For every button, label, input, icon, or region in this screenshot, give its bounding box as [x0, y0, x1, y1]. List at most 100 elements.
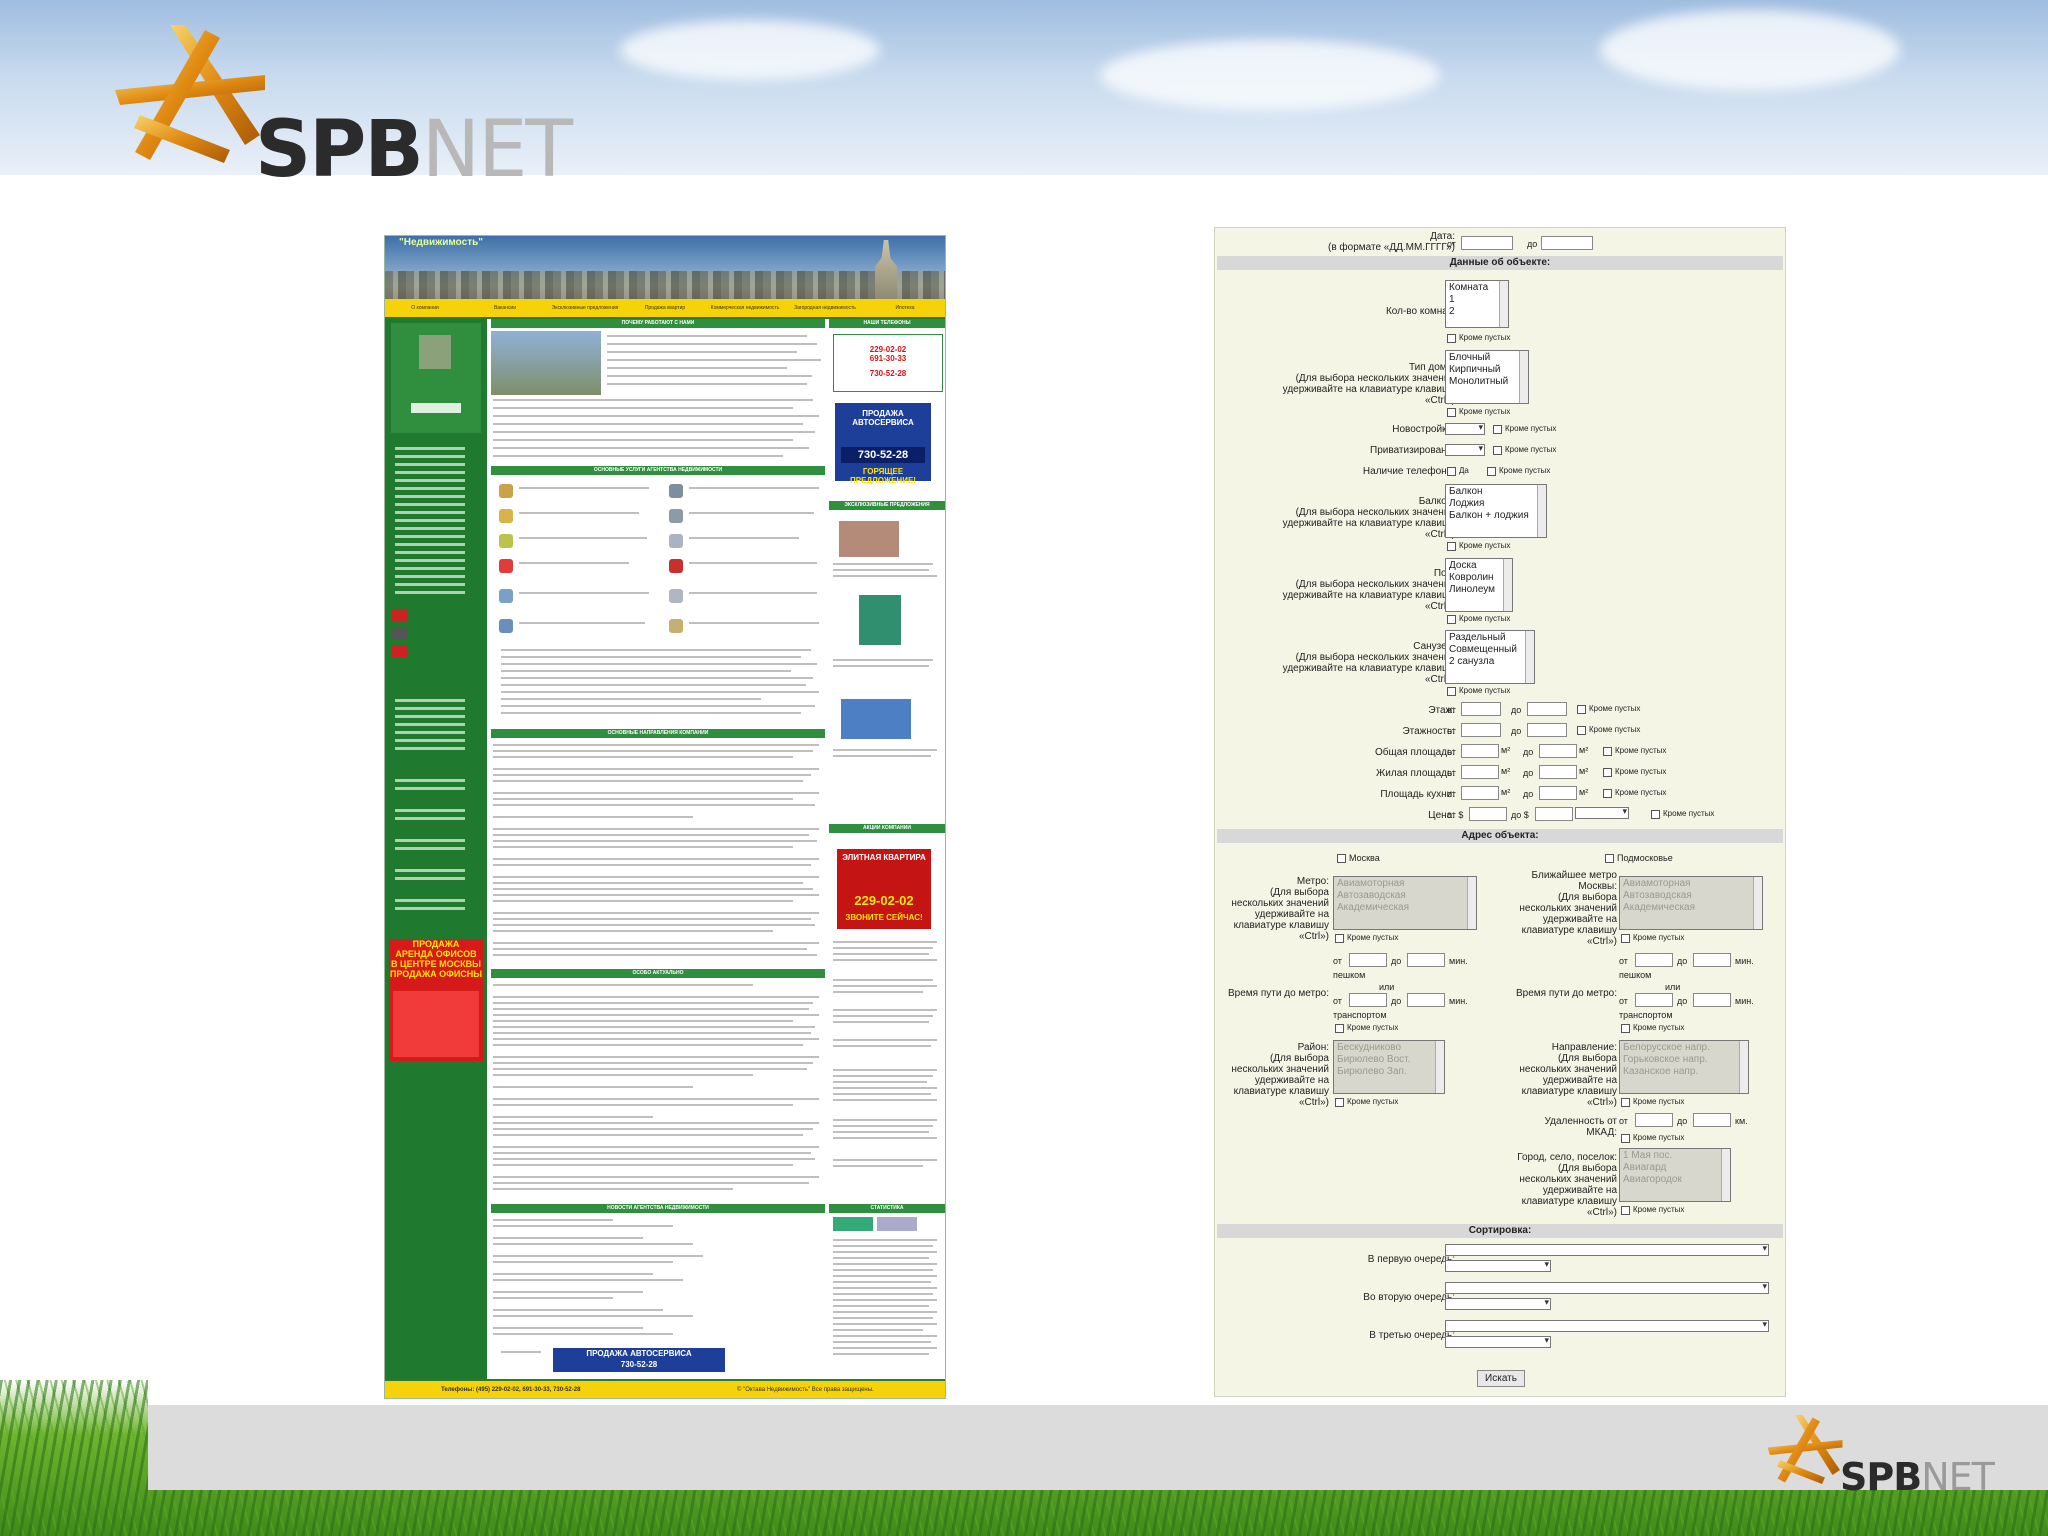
balcony-select[interactable]: Балкон Лоджия Балкон + лоджия [1445, 484, 1547, 538]
privatized-label: Приватизирована: [1370, 445, 1455, 456]
site-menu-item[interactable]: О компании [385, 299, 465, 317]
floors-total-from-input[interactable] [1461, 723, 1501, 737]
date-label: Дата: [1430, 231, 1455, 242]
site-menu-item[interactable]: Коммерческая недвижимость [705, 299, 785, 317]
direction-nonempty-checkbox[interactable] [1621, 1098, 1630, 1107]
section-address-header: Адрес объекта: [1217, 829, 1783, 843]
price-currency-select[interactable] [1575, 806, 1629, 819]
rooms-nonempty-checkbox[interactable] [1447, 334, 1456, 343]
travel-transport-from-input[interactable] [1349, 993, 1387, 1007]
metro-label: Метро: [1296, 876, 1329, 887]
rooms-select[interactable]: Комната 1 2 [1445, 280, 1509, 328]
brand-logo-text: SPBNET [255, 105, 573, 195]
travel-transport-to-input[interactable] [1407, 993, 1445, 1007]
metro-select[interactable]: Авиамоторная Автозаводская Академическая [1333, 876, 1477, 930]
floor-from-input[interactable] [1461, 702, 1501, 716]
district-label: Район: [1297, 1042, 1329, 1053]
travel-time-label: Время пути до метро: [1228, 988, 1329, 999]
elite-flat-ad-banner[interactable]: ЭЛИТНАЯ КВАРТИРА 229-02-02 ЗВОНИТЕ СЕЙЧА… [837, 849, 931, 929]
district-nonempty-checkbox[interactable] [1335, 1098, 1344, 1107]
area-living-nonempty-checkbox[interactable] [1603, 768, 1612, 777]
date-to-input[interactable] [1541, 236, 1593, 250]
area-total-nonempty-checkbox[interactable] [1603, 747, 1612, 756]
site-menu-item[interactable]: Ипотека [865, 299, 945, 317]
search-submit-button[interactable]: Искать [1477, 1370, 1525, 1387]
floor-label: Этаж: [1428, 705, 1455, 716]
area-kitchen-to-input[interactable] [1539, 786, 1577, 800]
house-type-select[interactable]: Блочный Кирпичный Монолитный [1445, 350, 1529, 404]
sort-second-order-select[interactable] [1445, 1297, 1551, 1310]
area-kitchen-from-input[interactable] [1461, 786, 1499, 800]
area-total-from-input[interactable] [1461, 744, 1499, 758]
area-total-to-input[interactable] [1539, 744, 1577, 758]
area-kitchen-nonempty-checkbox[interactable] [1603, 789, 1612, 798]
area-living-from-input[interactable] [1461, 765, 1499, 779]
sort-first-order-select[interactable] [1445, 1259, 1551, 1272]
price-to-input[interactable] [1535, 807, 1573, 821]
site-menu-item[interactable]: Вакансии [465, 299, 545, 317]
mkad-label: Удаленность от [1544, 1116, 1617, 1127]
sort-second-field-select[interactable] [1445, 1281, 1769, 1294]
mkad-from-input[interactable] [1635, 1113, 1673, 1127]
floors-total-nonempty-checkbox[interactable] [1577, 726, 1586, 735]
direction-select[interactable]: Белорусское напр. Горьковское напр. Каза… [1619, 1040, 1749, 1094]
sort-first-field-select[interactable] [1445, 1243, 1769, 1256]
metro-nonempty-checkbox[interactable] [1335, 934, 1344, 943]
footer-autoservice-ad[interactable]: ПРОДАЖА АВТОСЕРВИСА 730-52-28 [553, 1348, 725, 1372]
section-actual: ОСОБО АКТУАЛЬНО [491, 969, 825, 978]
floor-nonempty-checkbox[interactable] [1577, 705, 1586, 714]
house-type-nonempty-checkbox[interactable] [1447, 408, 1456, 417]
direction-label: Направление: [1551, 1042, 1617, 1053]
bathroom-select[interactable]: Раздельный Совмещенный 2 санузла [1445, 630, 1535, 684]
date-from-input[interactable] [1461, 236, 1513, 250]
office-promo-banner[interactable]: ПРОДАЖА АРЕНДА ОФИСОВ В ЦЕНТРЕ МОСКВЫ ПР… [389, 939, 483, 1061]
travel-walk-to-input[interactable] [1407, 953, 1445, 967]
floor-cover-nonempty-checkbox[interactable] [1447, 615, 1456, 624]
moscow-checkbox[interactable] [1337, 854, 1346, 863]
site-menu: О компании Вакансии Эксклюзивные предлож… [385, 299, 945, 319]
travel-region-transport-to-input[interactable] [1693, 993, 1731, 1007]
metro-near-select[interactable]: Авиамоторная Автозаводская Академическая [1619, 876, 1763, 930]
price-nonempty-checkbox[interactable] [1651, 810, 1660, 819]
sort-third-order-select[interactable] [1445, 1335, 1551, 1348]
price-from-input[interactable] [1469, 807, 1507, 821]
travel-region-walk-from-input[interactable] [1635, 953, 1673, 967]
privatized-nonempty-checkbox[interactable] [1493, 446, 1502, 455]
phone-yes-checkbox[interactable] [1447, 467, 1456, 476]
balcony-nonempty-checkbox[interactable] [1447, 542, 1456, 551]
travel-region-transport-from-input[interactable] [1635, 993, 1673, 1007]
site-menu-item[interactable]: Продажа квартир [625, 299, 705, 317]
privatized-select[interactable] [1445, 443, 1485, 456]
sort-third-field-select[interactable] [1445, 1319, 1769, 1332]
area-living-to-input[interactable] [1539, 765, 1577, 779]
town-select[interactable]: 1 Мая пос. Авиагард Авиагородок [1619, 1148, 1731, 1202]
floor-to-input[interactable] [1527, 702, 1567, 716]
star-logo-small-icon [1767, 1415, 1843, 1484]
section-actions: АКЦИИ КОМПАНИИ [829, 824, 945, 833]
mkad-nonempty-checkbox[interactable] [1621, 1134, 1630, 1143]
floors-total-label: Этажность: [1402, 726, 1455, 737]
travel-nonempty-checkbox[interactable] [1335, 1024, 1344, 1033]
travel-walk-from-input[interactable] [1349, 953, 1387, 967]
region-checkbox[interactable] [1605, 854, 1614, 863]
section-news: НОВОСТИ АГЕНТСТВА НЕДВИЖИМОСТИ [491, 1204, 825, 1213]
metro-near-nonempty-checkbox[interactable] [1621, 934, 1630, 943]
brand-logo-small-text: SPBNET [1840, 1455, 1995, 1499]
town-nonempty-checkbox[interactable] [1621, 1206, 1630, 1215]
new-building-nonempty-checkbox[interactable] [1493, 425, 1502, 434]
autoservice-ad-banner[interactable]: ПРОДАЖА АВТОСЕРВИСА 730-52-28 ГОРЯЩЕЕ ПР… [835, 403, 931, 485]
phone-label: Наличие телефона: [1362, 466, 1455, 477]
area-total-label: Общая площадь: [1374, 747, 1455, 758]
phone-nonempty-checkbox[interactable] [1487, 467, 1496, 476]
travel-region-walk-to-input[interactable] [1693, 953, 1731, 967]
floor-cover-select[interactable]: Доска Ковролин Линолеум [1445, 558, 1513, 612]
section-directions: ОСНОВНЫЕ НАПРАВЛЕНИЯ КОМПАНИИ [491, 729, 825, 738]
mkad-to-input[interactable] [1693, 1113, 1731, 1127]
floors-total-to-input[interactable] [1527, 723, 1567, 737]
site-menu-item[interactable]: Загородная недвижимость [785, 299, 865, 317]
site-menu-item[interactable]: Эксклюзивные предложения [545, 299, 625, 317]
bathroom-nonempty-checkbox[interactable] [1447, 687, 1456, 696]
district-select[interactable]: Бескудниково Бирюлево Вост. Бирюлево Зап… [1333, 1040, 1445, 1094]
new-building-select[interactable] [1445, 422, 1485, 435]
travel-region-nonempty-checkbox[interactable] [1621, 1024, 1630, 1033]
